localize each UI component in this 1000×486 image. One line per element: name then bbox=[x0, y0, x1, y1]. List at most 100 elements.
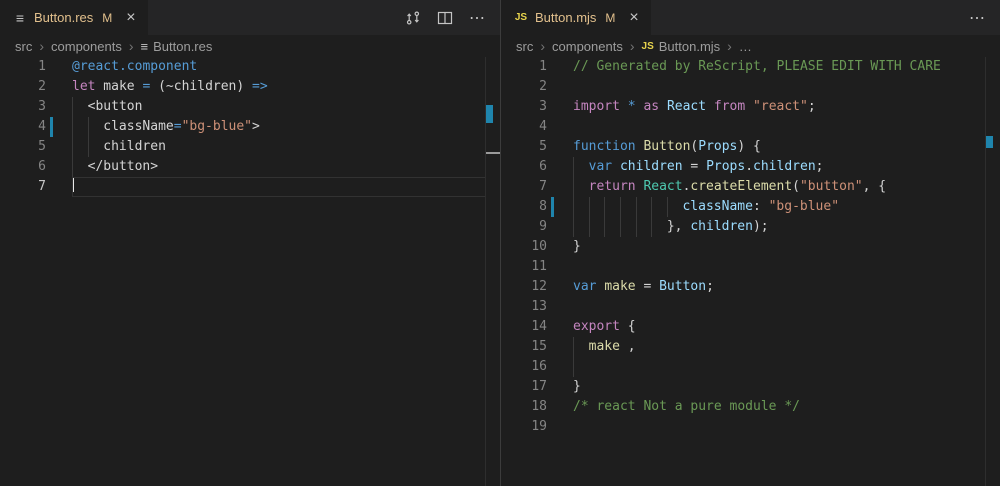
javascript-file-icon: JS bbox=[513, 12, 529, 23]
code-token: </button> bbox=[88, 159, 158, 174]
breadcrumb-item-file[interactable]: ≡ Button.res bbox=[141, 39, 213, 54]
code-line[interactable]: 16 bbox=[501, 357, 1000, 377]
indent-guide bbox=[651, 197, 667, 217]
code-token: children bbox=[103, 139, 166, 154]
line-number: 12 bbox=[501, 277, 547, 297]
indent-guide bbox=[72, 157, 88, 177]
code-line[interactable]: 2let make = (~children) => bbox=[0, 77, 500, 97]
indent-guide bbox=[573, 197, 589, 217]
indent-guide bbox=[573, 337, 589, 357]
code-line[interactable]: 1@react.component bbox=[0, 57, 500, 77]
code-line[interactable]: 5function Button(Props) { bbox=[501, 137, 1000, 157]
code-text bbox=[554, 297, 573, 317]
tab-button-res[interactable]: ≡ Button.res M × bbox=[0, 0, 148, 35]
text-cursor bbox=[72, 177, 74, 192]
code-line[interactable]: 8className: "bg-blue" bbox=[501, 197, 1000, 217]
code-token bbox=[745, 99, 753, 114]
code-line[interactable]: 5 children bbox=[0, 137, 500, 157]
editor-group-right: JS Button.mjs M × ⋯ src › components › J… bbox=[500, 0, 1000, 486]
code-token: , bbox=[620, 339, 636, 354]
code-line[interactable]: 14export { bbox=[501, 317, 1000, 337]
overview-ruler-cursor-marker bbox=[486, 152, 500, 154]
code-line[interactable]: 12 var make = Button; bbox=[501, 277, 1000, 297]
breadcrumb-item-symbol[interactable]: … bbox=[739, 39, 752, 54]
code-line[interactable]: 18/* react Not a pure module */ bbox=[501, 397, 1000, 417]
code-line[interactable]: 4 bbox=[501, 117, 1000, 137]
open-changes-icon[interactable] bbox=[405, 10, 421, 26]
code-token: }, bbox=[667, 219, 690, 234]
git-modified-badge: M bbox=[605, 11, 615, 25]
breadcrumb-item-components[interactable]: components bbox=[51, 39, 122, 54]
chevron-right-icon: › bbox=[727, 39, 732, 53]
more-actions-icon[interactable]: ⋯ bbox=[469, 8, 486, 28]
chevron-right-icon: › bbox=[630, 39, 635, 53]
indent-guide bbox=[72, 117, 88, 137]
indent-guide bbox=[573, 217, 589, 237]
code-token: make bbox=[604, 279, 635, 294]
editor-right[interactable]: 1// Generated by ReScript, PLEASE EDIT W… bbox=[501, 57, 1000, 486]
line-number: 5 bbox=[0, 137, 46, 157]
code-line[interactable]: 15make , bbox=[501, 337, 1000, 357]
indent-guide bbox=[88, 117, 104, 137]
breadcrumb-item-file[interactable]: JS Button.mjs bbox=[642, 39, 721, 54]
code-token: ( bbox=[792, 179, 800, 194]
code-token: ; bbox=[816, 159, 824, 174]
code-text: var make = Button; bbox=[554, 277, 714, 297]
code-line[interactable]: 10} bbox=[501, 237, 1000, 257]
editor-actions-left: ⋯ bbox=[405, 0, 500, 35]
code-token: Button bbox=[659, 279, 706, 294]
code-text: function Button(Props) { bbox=[554, 137, 761, 157]
code-text: import * as React from "react"; bbox=[554, 97, 816, 117]
code-token: = bbox=[683, 159, 706, 174]
code-line[interactable]: 7 bbox=[0, 177, 500, 197]
breadcrumb-item-components[interactable]: components bbox=[552, 39, 623, 54]
code-line[interactable]: 13 bbox=[501, 297, 1000, 317]
code-token: , { bbox=[863, 179, 886, 194]
indent-guide bbox=[604, 197, 620, 217]
indent-guide bbox=[667, 197, 683, 217]
editor-left[interactable]: 1@react.component2let make = (~children)… bbox=[0, 57, 500, 486]
code-line[interactable]: 3 import * as React from "react"; bbox=[501, 97, 1000, 117]
line-number: 13 bbox=[501, 297, 547, 317]
close-icon[interactable]: × bbox=[124, 10, 137, 26]
tab-button-mjs[interactable]: JS Button.mjs M × bbox=[501, 0, 651, 35]
split-editor-icon[interactable] bbox=[437, 10, 453, 26]
code-token: Props bbox=[706, 159, 745, 174]
code-token: <button bbox=[88, 99, 143, 114]
code-token: "bg-blue" bbox=[769, 199, 839, 214]
code-text: let make = (~children) => bbox=[53, 77, 268, 97]
code-line[interactable]: 6</button> bbox=[0, 157, 500, 177]
code-line[interactable]: 19 bbox=[501, 417, 1000, 437]
code-text: className: "bg-blue" bbox=[554, 197, 839, 217]
code-token bbox=[659, 99, 667, 114]
overview-ruler-modified-marker bbox=[486, 105, 493, 123]
code-token: children bbox=[620, 159, 683, 174]
line-number: 2 bbox=[501, 77, 547, 97]
code-line[interactable]: 2 bbox=[501, 77, 1000, 97]
breadcrumb-item-src[interactable]: src bbox=[516, 39, 533, 54]
code-token: { bbox=[620, 319, 636, 334]
code-text: } bbox=[554, 237, 581, 257]
code-line[interactable]: 3<button bbox=[0, 97, 500, 117]
code-line[interactable]: 7return React.createElement("button", { bbox=[501, 177, 1000, 197]
breadcrumb: src › components › JS Button.mjs › … bbox=[501, 35, 1000, 57]
code-line[interactable]: 4className="bg-blue"> bbox=[0, 117, 500, 137]
line-number: 1 bbox=[0, 57, 46, 77]
code-token: . bbox=[745, 159, 753, 174]
editor-group-left: ≡ Button.res M × bbox=[0, 0, 500, 486]
code-line[interactable]: 1// Generated by ReScript, PLEASE EDIT W… bbox=[501, 57, 1000, 77]
breadcrumb-item-src[interactable]: src bbox=[15, 39, 32, 54]
close-icon[interactable]: × bbox=[627, 10, 640, 26]
code-line[interactable]: 9}, children); bbox=[501, 217, 1000, 237]
breadcrumb-file-label: Button.mjs bbox=[659, 39, 720, 54]
code-line[interactable]: 17} bbox=[501, 377, 1000, 397]
code-line[interactable]: 11 bbox=[501, 257, 1000, 277]
line-number: 1 bbox=[501, 57, 547, 77]
indent-guide bbox=[636, 217, 652, 237]
code-token: createElement bbox=[690, 179, 792, 194]
code-line[interactable]: 6var children = Props.children; bbox=[501, 157, 1000, 177]
chevron-right-icon: › bbox=[540, 39, 545, 53]
more-actions-icon[interactable]: ⋯ bbox=[969, 8, 986, 28]
code-token: (~children) bbox=[150, 79, 252, 94]
line-number: 3 bbox=[501, 97, 547, 117]
